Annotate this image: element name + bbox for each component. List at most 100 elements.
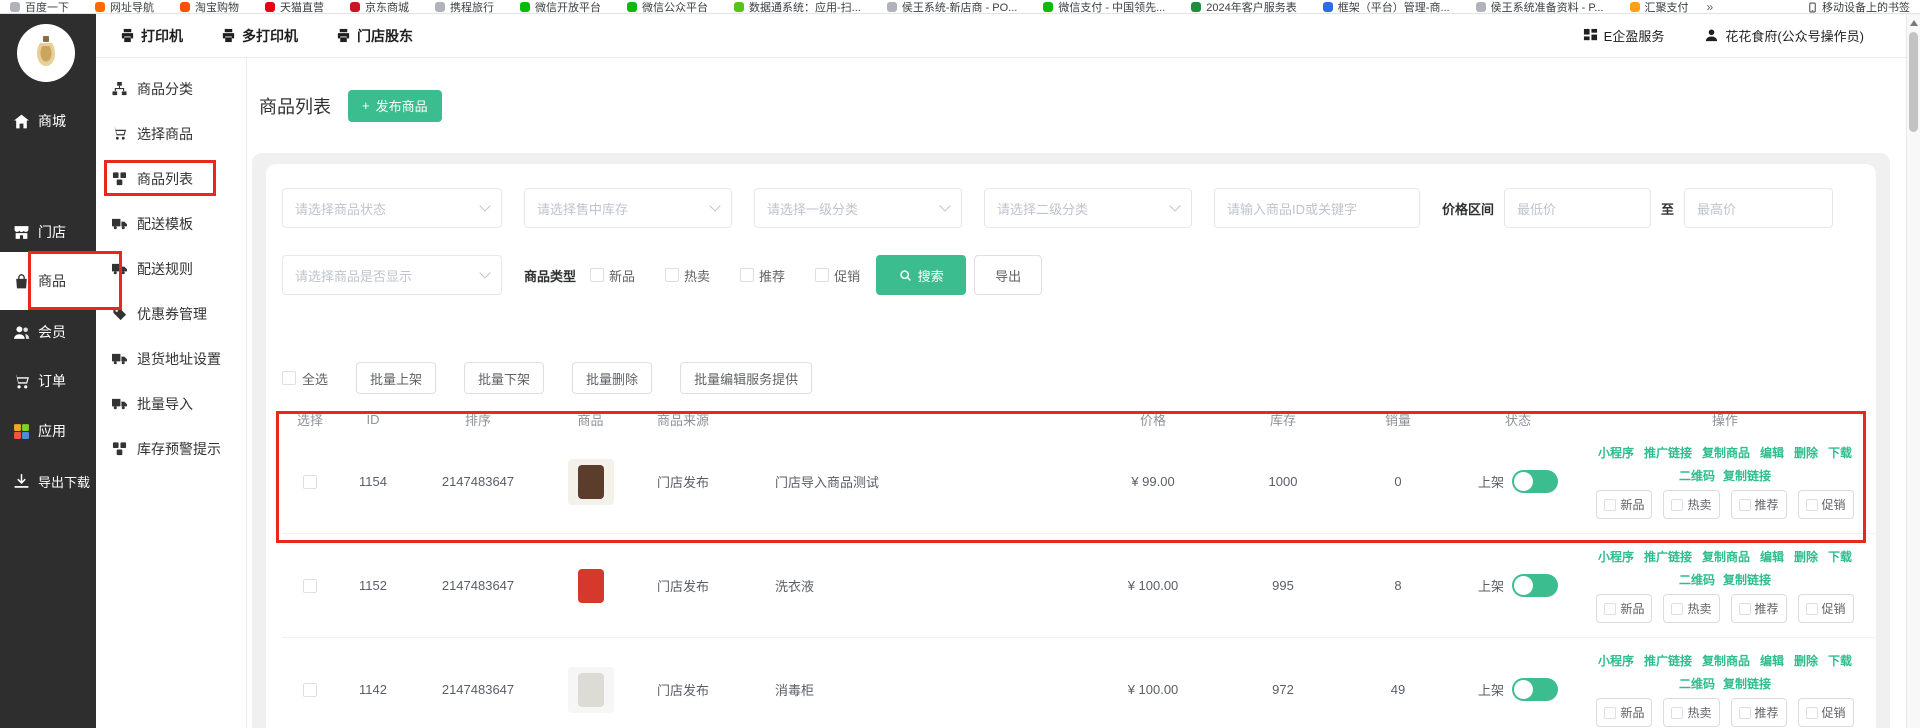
- op-edit[interactable]: 编辑: [1760, 548, 1784, 565]
- bookmark-item[interactable]: 网址导航: [95, 0, 154, 15]
- min-price-input[interactable]: 最低价: [1504, 188, 1651, 228]
- op-delete[interactable]: 删除: [1794, 652, 1818, 669]
- bookmark-item[interactable]: 微信开放平台: [520, 0, 601, 15]
- row-tag-new[interactable]: 新品: [1596, 490, 1652, 519]
- op-download[interactable]: 下载: [1828, 652, 1852, 669]
- bookmark-item[interactable]: 百度一下: [10, 0, 69, 15]
- submenu-item-coupons[interactable]: 优惠券管理: [96, 291, 246, 336]
- type-checkbox-hot[interactable]: 热卖: [665, 266, 710, 285]
- op-download[interactable]: 下载: [1828, 444, 1852, 461]
- op-edit[interactable]: 编辑: [1760, 444, 1784, 461]
- op-copy-link[interactable]: 复制链接: [1723, 467, 1771, 484]
- op-copy-link[interactable]: 复制链接: [1723, 571, 1771, 588]
- export-button[interactable]: 导出: [974, 255, 1042, 295]
- sidebar-item-members[interactable]: 会员: [0, 310, 96, 354]
- sidebar-item-stores[interactable]: 门店: [0, 210, 96, 254]
- row-checkbox[interactable]: [303, 683, 317, 697]
- bookmark-item[interactable]: 侯王系统准备资料 - P...: [1476, 0, 1604, 15]
- batch-action-button[interactable]: 批量上架: [356, 362, 436, 394]
- op-delete[interactable]: 删除: [1794, 444, 1818, 461]
- op-copy-product[interactable]: 复制商品: [1702, 652, 1750, 669]
- op-qrcode[interactable]: 二维码: [1679, 675, 1715, 692]
- row-tag-hot[interactable]: 热卖: [1663, 490, 1719, 519]
- bookmark-item[interactable]: 侯王系统-新店商 - PO...: [887, 0, 1018, 15]
- bookmark-item[interactable]: 携程旅行: [435, 0, 494, 15]
- bookmark-item[interactable]: 天猫直营: [265, 0, 324, 15]
- product-status-select[interactable]: 请选择商品状态: [282, 188, 502, 228]
- type-checkbox-recommend[interactable]: 推荐: [740, 266, 785, 285]
- sidebar-item-orders[interactable]: 订单: [0, 359, 96, 403]
- status-toggle[interactable]: [1512, 470, 1558, 493]
- type-checkbox-promo[interactable]: 促销: [815, 266, 860, 285]
- op-promo-link[interactable]: 推广链接: [1644, 444, 1692, 461]
- row-tag-promo[interactable]: 促销: [1798, 594, 1854, 623]
- batch-action-button[interactable]: 批量删除: [572, 362, 652, 394]
- bookmark-item[interactable]: 京东商城: [350, 0, 409, 15]
- sidebar-item-mall[interactable]: 商城: [0, 99, 96, 143]
- submenu-item-delivery-template[interactable]: 配送模板: [96, 201, 246, 246]
- op-qrcode[interactable]: 二维码: [1679, 571, 1715, 588]
- account-menu[interactable]: 花花食府(公众号操作员): [1704, 26, 1864, 45]
- submenu-item-categories[interactable]: 商品分类: [96, 66, 246, 111]
- max-price-input[interactable]: 最高价: [1684, 188, 1833, 228]
- status-toggle[interactable]: [1512, 574, 1558, 597]
- submenu-item-delivery-rules[interactable]: 配送规则: [96, 246, 246, 291]
- sidebar-item-apps[interactable]: 应用: [0, 409, 96, 453]
- type-checkbox-new[interactable]: 新品: [590, 266, 635, 285]
- submenu-item-batch-import[interactable]: 批量导入: [96, 381, 246, 426]
- printer-action[interactable]: 打印机: [120, 26, 183, 46]
- row-tag-hot[interactable]: 热卖: [1663, 698, 1719, 727]
- service-menu[interactable]: E企盈服务: [1583, 26, 1665, 45]
- row-checkbox[interactable]: [303, 475, 317, 489]
- batch-action-button[interactable]: 批量编辑服务提供: [680, 362, 812, 394]
- page-scrollbar[interactable]: [1906, 14, 1920, 728]
- category-level1-select[interactable]: 请选择一级分类: [754, 188, 962, 228]
- sidebar-item-products[interactable]: 商品: [0, 252, 96, 310]
- row-tag-recommend[interactable]: 推荐: [1731, 698, 1787, 727]
- keyword-input[interactable]: 请输入商品ID或关键字: [1214, 188, 1420, 228]
- op-copy-product[interactable]: 复制商品: [1702, 548, 1750, 565]
- row-tag-hot[interactable]: 热卖: [1663, 594, 1719, 623]
- row-tag-promo[interactable]: 促销: [1798, 698, 1854, 727]
- op-promo-link[interactable]: 推广链接: [1644, 652, 1692, 669]
- op-qrcode[interactable]: 二维码: [1679, 467, 1715, 484]
- mobile-bookmarks-folder[interactable]: 移动设备上的书签: [1807, 0, 1910, 14]
- bookmark-item[interactable]: 数据通系统：应用-扫...: [734, 0, 861, 15]
- scrollbar-thumb[interactable]: [1909, 32, 1918, 132]
- store-logo-avatar[interactable]: [17, 24, 75, 82]
- op-delete[interactable]: 删除: [1794, 548, 1818, 565]
- row-tag-promo[interactable]: 促销: [1798, 490, 1854, 519]
- select-all-checkbox[interactable]: 全选: [282, 369, 328, 388]
- bookmark-item[interactable]: 淘宝购物: [180, 0, 239, 15]
- bookmark-item[interactable]: 微信支付 - 中国领先...: [1043, 0, 1165, 15]
- op-copy-link[interactable]: 复制链接: [1723, 675, 1771, 692]
- op-promo-link[interactable]: 推广链接: [1644, 548, 1692, 565]
- submenu-item-product-list[interactable]: 商品列表: [96, 156, 246, 201]
- row-tag-new[interactable]: 新品: [1596, 698, 1652, 727]
- search-button[interactable]: 搜索: [876, 255, 966, 295]
- bookmark-item[interactable]: 2024年客户服务表: [1191, 0, 1296, 15]
- bookmarks-overflow-chevron[interactable]: »: [1707, 0, 1714, 14]
- product-visible-select[interactable]: 请选择商品是否显示: [282, 255, 502, 295]
- submenu-item-return-address[interactable]: 退货地址设置: [96, 336, 246, 381]
- row-checkbox[interactable]: [303, 579, 317, 593]
- op-copy-product[interactable]: 复制商品: [1702, 444, 1750, 461]
- bookmark-item[interactable]: 框架（平台）管理-商...: [1323, 0, 1450, 15]
- onsale-stock-select[interactable]: 请选择售中库存: [524, 188, 732, 228]
- status-toggle[interactable]: [1512, 678, 1558, 701]
- sidebar-item-export-download[interactable]: 导出下载: [0, 459, 96, 503]
- submenu-item-stock-alert[interactable]: 库存预警提示: [96, 426, 246, 471]
- op-mini-program[interactable]: 小程序: [1598, 444, 1634, 461]
- category-level2-select[interactable]: 请选择二级分类: [984, 188, 1192, 228]
- op-download[interactable]: 下载: [1828, 548, 1852, 565]
- op-mini-program[interactable]: 小程序: [1598, 548, 1634, 565]
- batch-action-button[interactable]: 批量下架: [464, 362, 544, 394]
- scroll-up-arrow-icon[interactable]: [1910, 20, 1918, 26]
- op-mini-program[interactable]: 小程序: [1598, 652, 1634, 669]
- row-tag-recommend[interactable]: 推荐: [1731, 490, 1787, 519]
- row-tag-new[interactable]: 新品: [1596, 594, 1652, 623]
- row-tag-recommend[interactable]: 推荐: [1731, 594, 1787, 623]
- store-shareholder-action[interactable]: 门店股东: [336, 26, 413, 46]
- publish-product-button[interactable]: + 发布商品: [348, 90, 442, 122]
- bookmark-item[interactable]: 汇聚支付: [1630, 0, 1689, 15]
